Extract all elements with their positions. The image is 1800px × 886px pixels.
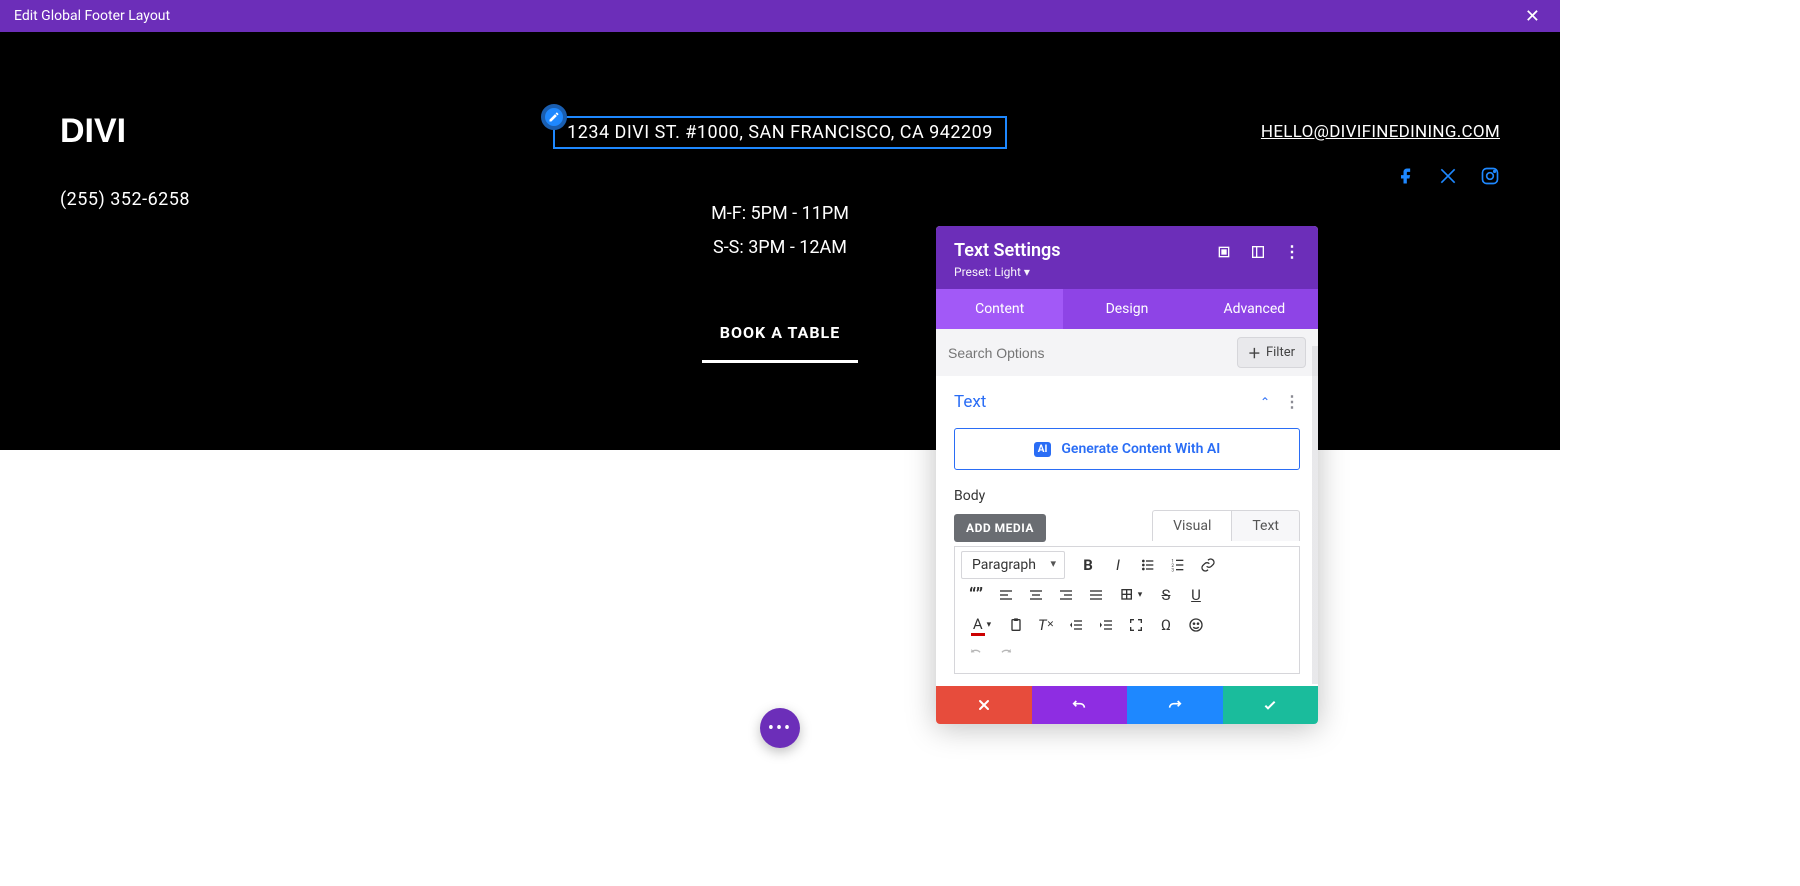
section-title: Text (954, 392, 986, 412)
expand-icon[interactable] (1216, 244, 1232, 264)
panel-actions (936, 686, 1318, 724)
facebook-icon[interactable] (1396, 166, 1416, 186)
redo-editor-icon[interactable] (991, 641, 1021, 669)
chevron-up-icon[interactable]: ⌃ (1260, 395, 1270, 409)
cancel-button[interactable] (936, 686, 1032, 724)
tab-text[interactable]: Text (1231, 510, 1300, 541)
filter-label: Filter (1266, 345, 1295, 360)
clear-format-icon[interactable]: T✕ (1031, 611, 1061, 639)
address-text: 1234 DIVI ST. #1000, SAN FRANCISCO, CA 9… (567, 122, 993, 143)
pencil-icon[interactable] (541, 104, 567, 130)
section-text[interactable]: Text ⌃ ⋮ (936, 376, 1318, 422)
address-editable[interactable]: 1234 DIVI ST. #1000, SAN FRANCISCO, CA 9… (553, 116, 1007, 149)
paragraph-select[interactable]: Paragraph (961, 551, 1065, 579)
italic-icon[interactable]: I (1103, 551, 1133, 579)
tab-advanced[interactable]: Advanced (1191, 289, 1318, 329)
generate-ai-label: Generate Content With AI (1061, 441, 1220, 457)
brand-logo: DIVI (60, 112, 465, 151)
ai-badge-icon: AI (1034, 442, 1052, 457)
align-left-icon[interactable] (991, 581, 1021, 609)
align-center-icon[interactable] (1021, 581, 1051, 609)
omega-icon[interactable]: Ω (1151, 611, 1181, 639)
generate-ai-button[interactable]: AI Generate Content With AI (954, 428, 1300, 470)
search-input[interactable] (948, 345, 1237, 361)
footer-preview: DIVI (255) 352-6258 1234 DIVI ST. #1000,… (0, 32, 1560, 450)
layout-icon[interactable] (1250, 244, 1266, 264)
instagram-icon[interactable] (1480, 166, 1500, 186)
paste-icon[interactable] (1001, 611, 1031, 639)
svg-text:3: 3 (1171, 568, 1174, 573)
text-color-icon[interactable]: A ▾ (961, 611, 1001, 639)
add-media-button[interactable]: ADD MEDIA (954, 514, 1046, 542)
tab-design[interactable]: Design (1063, 289, 1190, 329)
body-label: Body (936, 484, 1318, 508)
confirm-button[interactable] (1223, 686, 1319, 724)
strike-icon[interactable]: S (1151, 581, 1181, 609)
footer-col-left: DIVI (255) 352-6258 (60, 82, 465, 410)
editor-toolbar: Paragraph B I 123 “” ▾ S U A ▾ T✕ Ω (954, 546, 1300, 674)
outdent-icon[interactable] (1061, 611, 1091, 639)
panel-tabs: Content Design Advanced (936, 289, 1318, 329)
top-bar: Edit Global Footer Layout ✕ (0, 0, 1560, 32)
emoji-icon[interactable] (1181, 611, 1211, 639)
more-icon[interactable]: ⋮ (1284, 244, 1300, 260)
bullet-list-icon[interactable] (1133, 551, 1163, 579)
panel-preset[interactable]: Preset: Light ▾ (954, 265, 1061, 279)
top-bar-title: Edit Global Footer Layout (14, 8, 170, 24)
x-twitter-icon[interactable] (1438, 166, 1458, 186)
redo-button[interactable] (1127, 686, 1223, 724)
quote-icon[interactable]: “” (961, 581, 991, 609)
filter-button[interactable]: ＋ Filter (1237, 337, 1306, 368)
bold-icon[interactable]: B (1073, 551, 1103, 579)
fullscreen-icon[interactable] (1121, 611, 1151, 639)
panel-title: Text Settings (954, 240, 1061, 261)
undo-button[interactable] (1032, 686, 1128, 724)
tab-content[interactable]: Content (936, 289, 1063, 329)
align-justify-icon[interactable] (1081, 581, 1111, 609)
undo-editor-icon[interactable] (961, 641, 991, 669)
table-icon[interactable]: ▾ (1111, 581, 1151, 609)
visual-text-tabs: Visual Text (1152, 510, 1300, 541)
search-row: ＋ Filter (936, 329, 1318, 376)
plus-icon: ＋ (1248, 343, 1261, 362)
panel-header[interactable]: Text Settings Preset: Light ▾ ⋮ (936, 226, 1318, 289)
email-link[interactable]: HELLO@DIVIFINEDINING.COM (1095, 122, 1500, 142)
tab-visual[interactable]: Visual (1152, 510, 1231, 541)
indent-icon[interactable] (1091, 611, 1121, 639)
link-icon[interactable] (1193, 551, 1223, 579)
fab-more-icon[interactable]: ••• (760, 708, 800, 748)
underline-icon[interactable]: U (1181, 581, 1211, 609)
close-icon[interactable]: ✕ (1519, 6, 1546, 27)
phone-text: (255) 352-6258 (60, 189, 465, 210)
number-list-icon[interactable]: 123 (1163, 551, 1193, 579)
text-settings-panel[interactable]: Text Settings Preset: Light ▾ ⋮ Content … (936, 226, 1318, 724)
align-right-icon[interactable] (1051, 581, 1081, 609)
section-more-icon[interactable]: ⋮ (1284, 394, 1300, 410)
social-icons (1095, 166, 1500, 186)
book-table-button[interactable]: BOOK A TABLE (702, 323, 858, 363)
